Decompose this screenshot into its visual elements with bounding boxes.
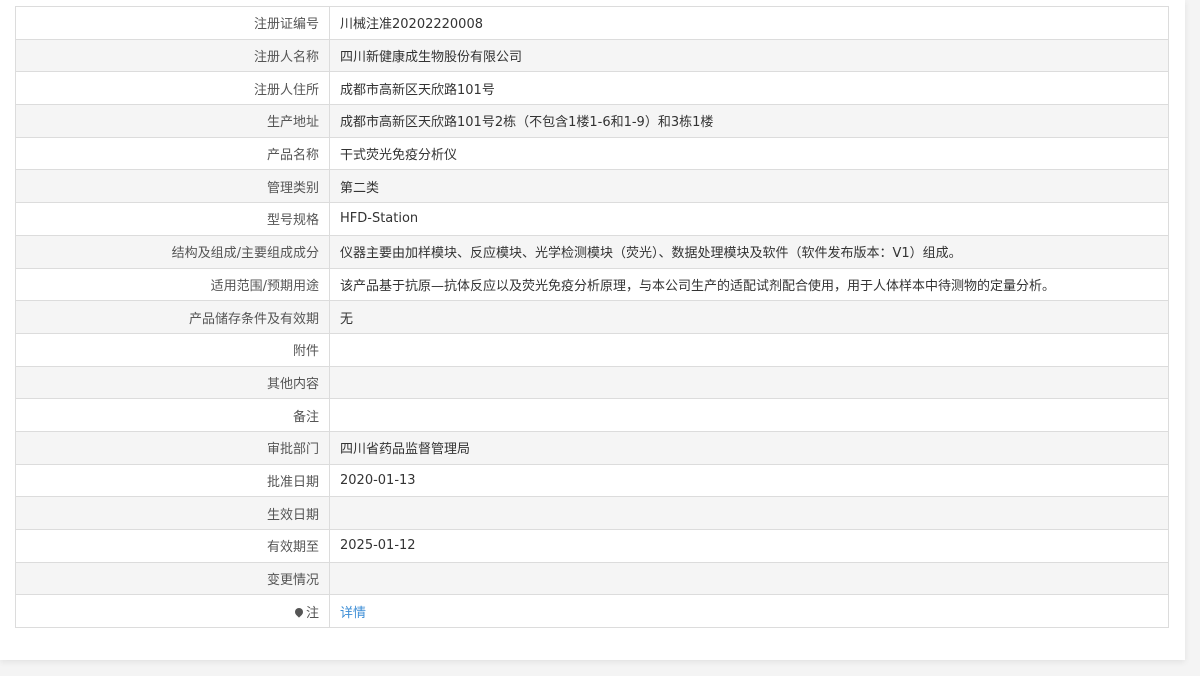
field-value: 2025-01-12	[329, 529, 1169, 563]
field-label: 备注	[15, 398, 330, 432]
field-value: 干式荧光免疫分析仪	[329, 136, 1169, 171]
field-value: 无	[329, 300, 1169, 334]
field-value: 成都市高新区天欣路101号2栋（不包含1楼1-6和1-9）和3栋1楼	[329, 104, 1169, 138]
field-value	[329, 332, 1169, 367]
table-row: 产品名称 干式荧光免疫分析仪	[15, 136, 1169, 171]
field-value: 详情	[329, 594, 1169, 629]
field-label: 注册人住所	[15, 71, 330, 106]
field-label: 注册人名称	[15, 38, 330, 73]
table-row: 备注	[15, 398, 1169, 432]
field-label: 适用范围/预期用途	[15, 267, 330, 302]
table-row: 结构及组成/主要组成成分 仪器主要由加样模块、反应模块、光学检测模块（荧光）、数据…	[15, 234, 1169, 269]
table-row: 产品储存条件及有效期无	[15, 300, 1169, 334]
field-label: 批准日期	[15, 463, 330, 498]
field-value	[329, 398, 1169, 432]
field-label: 有效期至	[15, 529, 330, 563]
table-row: 审批部门 四川省药品监督管理局	[15, 430, 1169, 465]
table-row: 生产地址 成都市高新区天欣路101号2栋（不包含1楼1-6和1-9）和3栋1楼	[15, 104, 1169, 138]
details-link[interactable]: 详情	[340, 606, 366, 621]
table-row: 有效期至 2025-01-12	[15, 529, 1169, 563]
field-label: 变更情况	[15, 561, 330, 596]
table-row: 生效日期	[15, 496, 1169, 530]
field-value: HFD-Station	[329, 202, 1169, 236]
field-value	[329, 365, 1169, 400]
table-row: 注册人住所 成都市高新区天欣路101号	[15, 71, 1169, 106]
field-label: 产品名称	[15, 136, 330, 171]
field-value	[329, 496, 1169, 530]
map-pin-icon	[293, 606, 305, 618]
field-label: 结构及组成/主要组成成分	[15, 234, 330, 269]
field-value: 成都市高新区天欣路101号	[329, 71, 1169, 106]
table-row: 注册人名称 四川新健康成生物股份有限公司	[15, 38, 1169, 73]
registration-detail-table: 注册证编号 川械注准20202220008 注册人名称 四川新健康成生物股份有限公司注…	[15, 6, 1169, 629]
field-label: 注册证编号	[15, 6, 330, 40]
table-row: 其他内容	[15, 365, 1169, 400]
field-value: 四川省药品监督管理局	[329, 430, 1169, 465]
table-row: 管理类别 第二类	[15, 169, 1169, 204]
note-label: 注	[305, 605, 319, 621]
table-row-note: 注 详情	[15, 594, 1169, 629]
table-row: 型号规格 HFD-Station	[15, 202, 1169, 236]
field-label: 型号规格	[15, 202, 330, 236]
table-row: 变更情况	[15, 561, 1169, 596]
field-label: 审批部门	[15, 430, 330, 465]
field-label: 附件	[15, 332, 330, 367]
field-value: 2020-01-13	[329, 463, 1169, 498]
field-value: 该产品基于抗原—抗体反应以及荧光免疫分析原理，与本公司生产的适配试剂配合使用，用…	[329, 267, 1169, 302]
field-label: 生效日期	[15, 496, 330, 530]
field-label: 注	[15, 594, 330, 629]
table-row: 适用范围/预期用途 该产品基于抗原—抗体反应以及荧光免疫分析原理，与本公司生产的适…	[15, 267, 1169, 302]
field-label: 产品储存条件及有效期	[15, 300, 330, 334]
detail-card: 注册证编号 川械注准20202220008 注册人名称 四川新健康成生物股份有限公司注…	[0, 0, 1185, 660]
field-label: 生产地址	[15, 104, 330, 138]
field-value: 川械注准20202220008	[329, 6, 1169, 40]
field-value	[329, 561, 1169, 596]
field-value: 四川新健康成生物股份有限公司	[329, 38, 1169, 73]
table-row: 批准日期 2020-01-13	[15, 463, 1169, 498]
field-value: 仪器主要由加样模块、反应模块、光学检测模块（荧光）、数据处理模块及软件（软件发布…	[329, 234, 1169, 269]
field-value: 第二类	[329, 169, 1169, 204]
field-label: 其他内容	[15, 365, 330, 400]
field-label: 管理类别	[15, 169, 330, 204]
table-row: 注册证编号 川械注准20202220008	[15, 6, 1169, 40]
table-row: 附件	[15, 332, 1169, 367]
